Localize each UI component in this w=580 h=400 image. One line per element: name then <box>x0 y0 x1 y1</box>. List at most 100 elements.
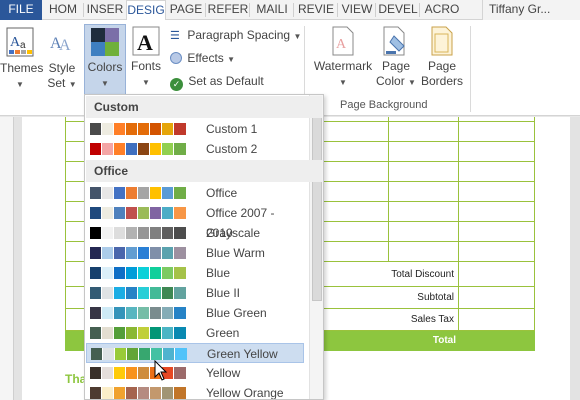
color-swatches <box>91 348 187 360</box>
color-swatches <box>90 387 186 399</box>
color-swatch <box>114 387 126 399</box>
color-swatch <box>126 143 138 155</box>
table-border <box>534 117 535 331</box>
vertical-ruler <box>0 117 14 400</box>
color-swatch <box>150 187 162 199</box>
theme-item-blue-warm[interactable]: Blue Warm <box>86 243 304 263</box>
color-swatch <box>150 207 162 219</box>
color-swatch <box>102 207 114 219</box>
theme-name: Green <box>206 326 240 340</box>
custom-section-header: Custom <box>86 96 322 118</box>
fonts-button[interactable]: A Fonts ▼ <box>128 24 164 94</box>
theme-item-custom-2[interactable]: Custom 2 <box>86 139 304 159</box>
color-swatch <box>138 143 150 155</box>
color-swatch <box>102 227 114 239</box>
color-swatch <box>114 267 126 279</box>
color-swatch <box>90 387 102 399</box>
chevron-down-icon: ▼ <box>339 78 347 87</box>
color-swatch <box>103 348 115 360</box>
color-swatch <box>90 227 102 239</box>
tab-refer[interactable]: REFER <box>206 0 250 20</box>
color-swatches <box>90 267 186 279</box>
color-swatch <box>174 227 186 239</box>
theme-item-grayscale[interactable]: Grayscale <box>86 223 304 243</box>
color-swatch <box>126 123 138 135</box>
page-color-button[interactable]: Page Color ▼ <box>374 24 418 94</box>
themes-label: Themes <box>0 61 44 75</box>
theme-item-blue-ii[interactable]: Blue II <box>86 283 304 303</box>
theme-item-blue-green[interactable]: Blue Green <box>86 303 304 323</box>
themes-button[interactable]: A a Themes ▼ <box>0 24 44 94</box>
color-swatch <box>150 247 162 259</box>
color-swatch <box>174 267 186 279</box>
color-swatches <box>90 207 186 219</box>
scrollbar[interactable]: ▲ <box>309 95 323 399</box>
page-background-group-label: Page Background <box>340 99 428 111</box>
page-color-icon <box>383 26 405 56</box>
theme-item-blue[interactable]: Blue <box>86 263 304 283</box>
color-swatch <box>162 227 174 239</box>
effects-label: Effects <box>187 51 224 65</box>
tab-desig[interactable]: DESIG <box>126 0 166 21</box>
chevron-down-icon: ▼ <box>408 78 416 87</box>
set-as-default-button[interactable]: ✓ Set as Default <box>170 71 264 91</box>
watermark-button[interactable]: A Watermark ▼ <box>312 24 374 94</box>
color-swatch <box>150 307 162 319</box>
color-swatch <box>162 247 174 259</box>
color-swatch <box>138 123 150 135</box>
theme-item-green-yellow[interactable]: Green Yellow <box>86 343 304 363</box>
color-swatch <box>174 287 186 299</box>
color-swatch <box>150 143 162 155</box>
color-swatches <box>90 123 186 135</box>
chevron-down-icon: ▼ <box>101 79 109 88</box>
theme-item-office-2007-2010[interactable]: Office 2007 - 2010 <box>86 203 304 240</box>
scrollbar-thumb[interactable] <box>312 111 322 301</box>
color-swatch <box>175 348 187 360</box>
chevron-down-icon: ▼ <box>142 78 150 87</box>
tab-devel[interactable]: DEVEL <box>376 0 420 20</box>
theme-item-office[interactable]: Office <box>86 183 304 203</box>
color-swatch <box>90 143 102 155</box>
theme-item-custom-1[interactable]: Custom 1 <box>86 119 304 139</box>
color-swatch <box>102 287 114 299</box>
svg-text:A: A <box>336 37 347 52</box>
paragraph-spacing-button[interactable]: ☰ Paragraph Spacing ▼ <box>170 25 301 45</box>
color-swatch <box>90 187 102 199</box>
color-swatch <box>162 143 174 155</box>
effects-button[interactable]: Effects ▼ <box>170 48 235 68</box>
page-borders-button[interactable]: Page Borders <box>420 24 464 94</box>
color-swatch <box>90 123 102 135</box>
page-borders-label-2: Borders <box>420 74 464 88</box>
theme-name: Yellow <box>206 366 241 380</box>
page-color-label-1: Page <box>381 59 411 73</box>
color-swatch <box>162 327 174 339</box>
tab-acro[interactable]: ACRO <box>420 0 464 20</box>
color-swatch <box>90 267 102 279</box>
tab-hom[interactable]: HOM <box>42 0 84 20</box>
tab-page[interactable]: PAGE <box>166 0 206 20</box>
theme-item-yellow-orange[interactable]: Yellow Orange <box>86 383 304 400</box>
theme-item-green[interactable]: Green <box>86 323 304 343</box>
color-swatch <box>102 247 114 259</box>
style-set-button[interactable]: A A Style Set ▼ <box>44 24 80 94</box>
color-swatch <box>174 187 186 199</box>
tab-maili[interactable]: MAILI <box>250 0 294 20</box>
user-account[interactable]: Tiffany Gr... <box>482 0 580 20</box>
color-swatch <box>150 227 162 239</box>
color-swatch <box>126 387 138 399</box>
color-swatch <box>102 123 114 135</box>
color-swatch <box>114 187 126 199</box>
color-swatch <box>126 267 138 279</box>
colors-button[interactable]: Colors ▼ <box>84 24 126 96</box>
theme-name: Yellow Orange <box>206 386 284 400</box>
tab-revie[interactable]: REVIE <box>294 0 338 20</box>
color-swatch <box>174 247 186 259</box>
color-swatch <box>114 207 126 219</box>
tab-file[interactable]: FILE <box>0 0 42 20</box>
tab-inser[interactable]: INSER <box>84 0 126 20</box>
tab-view[interactable]: VIEW <box>338 0 376 20</box>
total-label: Total <box>432 335 456 346</box>
theme-item-yellow[interactable]: Yellow <box>86 363 304 383</box>
page-color-label-2: Color ▼ <box>376 74 416 88</box>
color-swatch <box>162 387 174 399</box>
